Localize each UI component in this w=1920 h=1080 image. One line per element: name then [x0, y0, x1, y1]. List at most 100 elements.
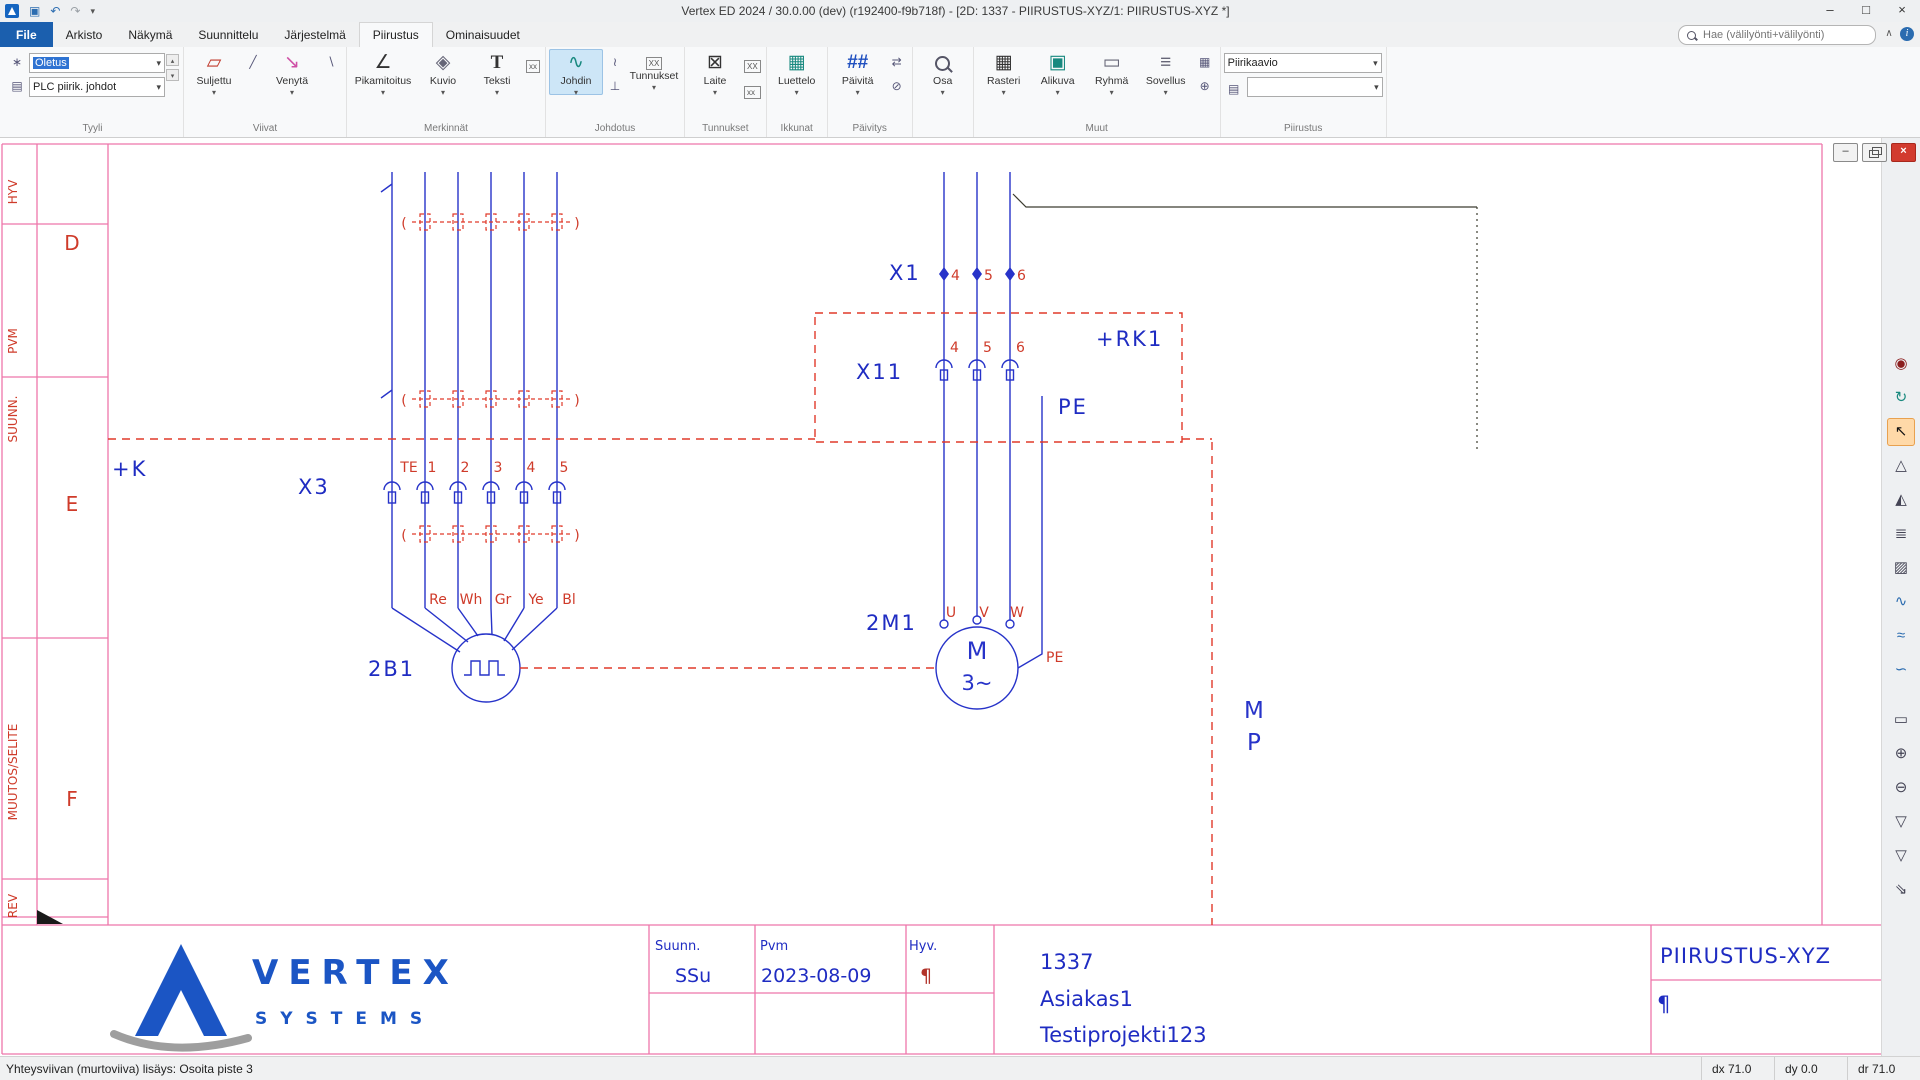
paivita-button[interactable]: ## Päivitä	[831, 49, 885, 95]
triangle-tool-button[interactable]: △	[1887, 452, 1915, 480]
filter-clear-button[interactable]: ▽	[1887, 842, 1915, 870]
device-tag-edit-icon[interactable]: xx	[744, 86, 761, 99]
line-pen-icon[interactable]: ╱	[243, 53, 263, 71]
wire-extra-icon[interactable]: ≀	[605, 53, 625, 71]
search-input[interactable]	[1701, 28, 1867, 42]
mdi-restore-button[interactable]	[1862, 143, 1887, 162]
chevron-down-icon	[941, 87, 945, 95]
mdi-close-button[interactable]: ×	[1891, 143, 1916, 162]
pvm-label: Pvm	[760, 939, 788, 954]
pin-plus-icon[interactable]: ⊕	[1195, 77, 1215, 95]
text-tag-icon[interactable]: xx	[526, 60, 540, 73]
hatch-fill-tool-button[interactable]: ▨	[1887, 554, 1915, 582]
ribbon-group-tunnukset: ⊠ Laite XX xx Tunnukset	[685, 47, 767, 137]
pan-tool-button[interactable]: ⇘	[1887, 876, 1915, 904]
ryhma-button[interactable]: ▭ Ryhmä	[1085, 49, 1139, 95]
kuvio-button[interactable]: ◈ Kuvio	[416, 49, 470, 95]
schematic-svg[interactable]: HYV PVM SUUNN. MUUTOS/SELITE REV D E F	[0, 138, 1881, 1056]
ribbon-group-tyyli: ∗ ▤ Oletus PLC piirik. johdot	[2, 47, 184, 137]
customize-qat-chevron-icon[interactable]: ▾	[86, 1, 99, 21]
break-paren: (	[401, 393, 406, 409]
vertex-systems-text: SYSTEMS	[255, 1009, 435, 1029]
drawing-mode-combo[interactable]: Piirikaavio	[1224, 53, 1382, 73]
x3-term-4: 4	[527, 460, 536, 476]
x1-term-4: 4	[951, 268, 960, 284]
save-icon[interactable]: ▣	[25, 1, 44, 21]
undo-icon[interactable]: ↶	[46, 1, 64, 21]
tab-piirustus[interactable]: Piirustus	[359, 22, 433, 47]
close-window-button[interactable]: ×	[1884, 0, 1920, 22]
johdin-button[interactable]: ∿ Johdin	[549, 49, 603, 95]
tab-nakyma[interactable]: Näkymä	[115, 22, 185, 47]
swap-xy-icon[interactable]: ⇄	[887, 53, 907, 71]
chevron-down-icon	[1164, 87, 1168, 95]
wire-color-bl: Bl	[562, 592, 576, 608]
command-search-box[interactable]	[1678, 25, 1876, 45]
curve-tool-button[interactable]: ≈	[1887, 622, 1915, 650]
grid-p-label: P	[1247, 730, 1261, 756]
maximize-window-button[interactable]: □	[1848, 0, 1884, 22]
sheet-combo[interactable]	[1247, 77, 1383, 97]
style-paste-icon[interactable]: ▤	[7, 77, 27, 95]
rotate-view-button[interactable]: ↻	[1887, 384, 1915, 412]
collapse-ribbon-icon[interactable]: ∧	[1880, 22, 1898, 47]
osa-button[interactable]: Osa	[916, 49, 970, 95]
zoom-out-button[interactable]: ⊖	[1887, 774, 1915, 802]
venyta-button[interactable]: ↘ Venytä	[265, 49, 319, 95]
teksti-button[interactable]: T Teksti	[470, 49, 524, 95]
sovellus-button[interactable]: ≡ Sovellus	[1139, 49, 1193, 95]
pikamitoitus-button[interactable]: ∠ Pikamitoitus	[350, 49, 416, 95]
group-label-viivat: Viivat	[187, 122, 343, 137]
mdi-minimize-button[interactable]: –	[1833, 143, 1858, 162]
laite-button[interactable]: ⊠ Laite	[688, 49, 742, 95]
tab-arkisto[interactable]: Arkisto	[53, 22, 116, 47]
chevron-down-icon	[652, 82, 656, 90]
region-select-button[interactable]: ▭	[1887, 706, 1915, 734]
ryhma-label: Ryhmä	[1095, 75, 1128, 87]
pin-tool-button[interactable]: ◉	[1887, 350, 1915, 378]
ribbon-group-piirustus: Piirikaavio ▤ Piirustus	[1221, 47, 1387, 137]
drawing-canvas[interactable]: HYV PVM SUUNN. MUUTOS/SELITE REV D E F	[0, 138, 1881, 1056]
style-wand-icon[interactable]: ∗	[7, 53, 27, 71]
hatch-lines-tool-button[interactable]: ≣	[1887, 520, 1915, 548]
device-tag-icon[interactable]: XX	[744, 60, 761, 73]
quick-access-toolbar: ▣ ↶ ↷ ▾	[25, 1, 99, 21]
help-icon[interactable]: i	[1900, 27, 1914, 41]
tab-jarjestelma[interactable]: Järjestelmä	[271, 22, 358, 47]
tab-ominaisuudet[interactable]: Ominaisuudet	[433, 22, 533, 47]
curve2-tool-button[interactable]: ∽	[1887, 656, 1915, 684]
style-combo[interactable]: Oletus	[29, 53, 165, 73]
minimize-window-button[interactable]: –	[1812, 0, 1848, 22]
wire-style-combo[interactable]: PLC piirik. johdot	[29, 77, 165, 97]
ribbon-spacer	[1387, 47, 1918, 137]
wire-color-re: Re	[429, 592, 447, 608]
file-menu-button[interactable]: File	[0, 22, 53, 47]
zoom-in-button[interactable]: ⊕	[1887, 740, 1915, 768]
alikuva-button[interactable]: ▣ Alikuva	[1031, 49, 1085, 95]
tab-suunnittelu[interactable]: Suunnittelu	[185, 22, 271, 47]
motor-term-w: W	[1010, 605, 1024, 621]
tunnukset-button[interactable]: XX Tunnukset	[627, 49, 681, 90]
suunn-value: SSu	[675, 965, 711, 987]
rasteri-button[interactable]: ▦ Rasteri	[977, 49, 1031, 95]
list-table-icon: ▦	[788, 50, 806, 75]
sheet-page-icon[interactable]: ▤	[1224, 80, 1244, 98]
filter-button[interactable]: ▽	[1887, 808, 1915, 836]
chevron-down-icon	[856, 87, 860, 95]
drawing-name: PIIRUSTUS-XYZ	[1660, 944, 1831, 968]
luettelo-button[interactable]: ▦ Luettelo	[770, 49, 824, 95]
style-spin-up-icon[interactable]	[166, 54, 179, 66]
select-tool-button[interactable]: ↖	[1887, 418, 1915, 446]
suljettu-button[interactable]: ▱ Suljettu	[187, 49, 241, 95]
vertex-brand-text: VERTEX	[252, 953, 459, 993]
spline-tool-button[interactable]: ∿	[1887, 588, 1915, 616]
lock-icon[interactable]: ⊘	[887, 77, 907, 95]
motor-term-u: U	[946, 605, 956, 621]
redo-icon[interactable]: ↷	[66, 1, 84, 21]
hatch-triangle-tool-button[interactable]: ◭	[1887, 486, 1915, 514]
style-spin-down-icon[interactable]	[166, 69, 179, 81]
table-icon[interactable]: ▦	[1195, 53, 1215, 71]
wire-node-icon[interactable]: ⊥	[605, 77, 625, 95]
vertex-app-icon[interactable]	[5, 4, 19, 18]
slant-line-icon[interactable]: ∖	[321, 53, 341, 71]
